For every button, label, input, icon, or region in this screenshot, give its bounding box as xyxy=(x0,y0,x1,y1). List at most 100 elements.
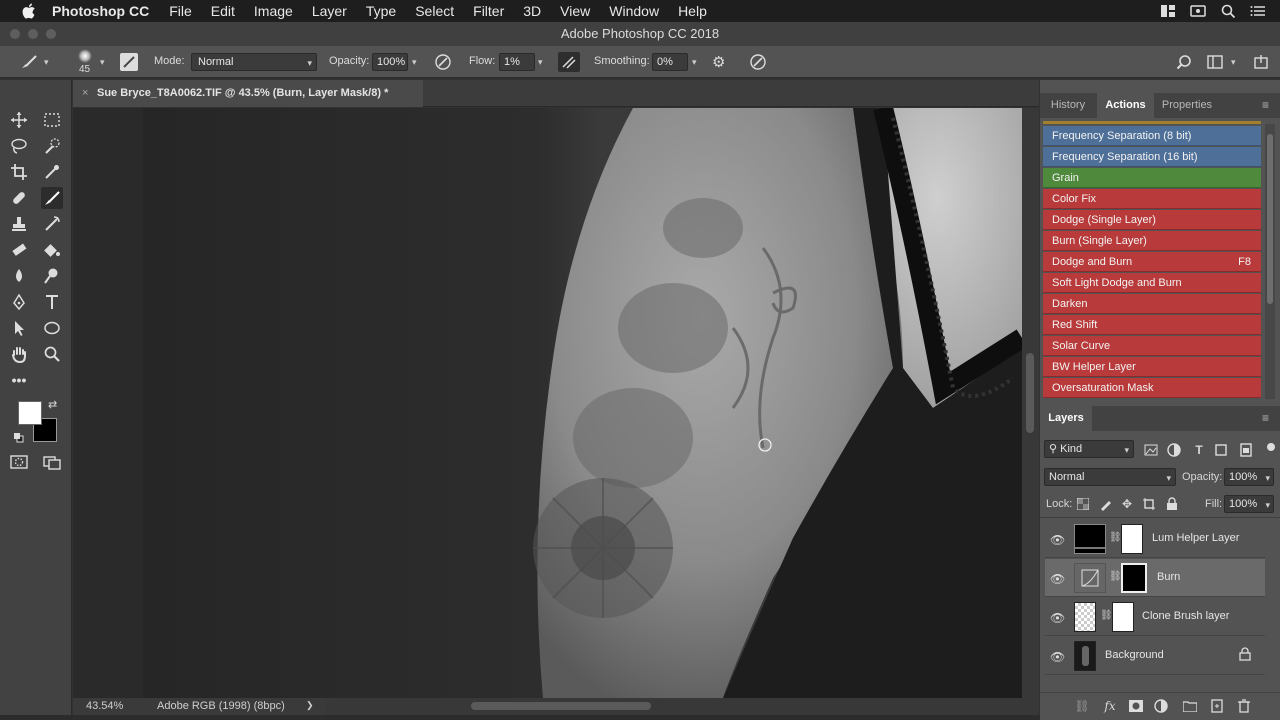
move-tool-icon[interactable] xyxy=(8,109,30,131)
action-item[interactable]: Frequency Separation (8 bit) xyxy=(1043,126,1261,146)
layer-row[interactable]: 👁 Background xyxy=(1045,637,1265,675)
document-canvas[interactable] xyxy=(73,108,1022,698)
dodge-tool-icon[interactable] xyxy=(41,265,63,287)
action-item[interactable]: Grain xyxy=(1043,168,1261,188)
menu-type[interactable]: Type xyxy=(366,3,396,19)
lock-image-pixels-icon[interactable] xyxy=(1098,496,1114,512)
layer-mask-link-icon[interactable]: ⛓ xyxy=(1109,571,1122,582)
tab-history[interactable]: History xyxy=(1040,93,1096,118)
menu-help[interactable]: Help xyxy=(678,3,707,19)
visibility-eye-icon[interactable]: 👁 xyxy=(1050,533,1065,547)
airbrush-toggle-icon[interactable] xyxy=(558,52,580,72)
new-group-folder-icon[interactable] xyxy=(1182,698,1198,714)
layer-mask-link-icon[interactable]: ⛓ xyxy=(1100,610,1113,621)
menu-layer[interactable]: Layer xyxy=(312,3,347,19)
horizontal-scrollbar[interactable] xyxy=(325,698,1039,715)
fill-input[interactable]: 100% ▾ xyxy=(1224,495,1274,513)
brush-tool-preset-icon[interactable] xyxy=(20,54,38,73)
lock-position-icon[interactable]: ✥ xyxy=(1119,496,1135,512)
hand-tool-icon[interactable] xyxy=(8,343,30,365)
layer-filter-kind-select[interactable]: ⚲ Kind ▾ xyxy=(1044,440,1134,458)
action-item[interactable]: Color Fix xyxy=(1043,189,1261,209)
layer-opacity-input[interactable]: 100% ▾ xyxy=(1224,468,1274,486)
menu-select[interactable]: Select xyxy=(415,3,454,19)
document-tab[interactable]: × Sue Bryce_T8A0062.TIF @ 43.5% (Burn, L… xyxy=(73,80,423,107)
pixel-filter-icon[interactable] xyxy=(1143,442,1159,458)
blur-tool-icon[interactable] xyxy=(8,265,30,287)
vertical-scroll-thumb[interactable] xyxy=(1026,353,1034,433)
zoom-window-button[interactable] xyxy=(46,29,56,39)
chevron-down-icon[interactable]: ▾ xyxy=(538,57,543,68)
vertical-scrollbar[interactable] xyxy=(1022,108,1039,698)
action-item[interactable]: Dodge and Burn F8 xyxy=(1043,252,1261,272)
zoom-level[interactable]: 43.54% xyxy=(86,700,123,712)
menu-filter[interactable]: Filter xyxy=(473,3,504,19)
action-item[interactable]: Burn (Single Layer) xyxy=(1043,231,1261,251)
lock-icon[interactable] xyxy=(1239,647,1251,664)
action-item[interactable]: Darken xyxy=(1043,294,1261,314)
menu-file[interactable]: File xyxy=(169,3,192,19)
type-filter-icon[interactable]: T xyxy=(1191,442,1207,458)
panel-menu-icon[interactable]: ≡ xyxy=(1262,98,1269,112)
layer-mask-link-icon[interactable]: ⛓ xyxy=(1109,532,1122,543)
chevron-down-icon[interactable]: ▾ xyxy=(44,57,49,68)
more-tools-icon[interactable]: ••• xyxy=(8,369,30,391)
pressure-size-icon[interactable] xyxy=(749,53,767,74)
action-item[interactable]: Dodge (Single Layer) xyxy=(1043,210,1261,230)
action-item[interactable]: Frequency Separation (16 bit) xyxy=(1043,147,1261,167)
action-item[interactable]: BW Helper Layer xyxy=(1043,357,1261,377)
lock-artboard-icon[interactable] xyxy=(1141,496,1157,512)
layer-mask-thumbnail[interactable] xyxy=(1121,563,1147,593)
menu-image[interactable]: Image xyxy=(254,3,293,19)
actions-scroll-thumb[interactable] xyxy=(1267,134,1273,304)
actions-scrollbar[interactable] xyxy=(1265,124,1275,399)
layer-style-fx-icon[interactable]: fx xyxy=(1102,698,1118,714)
paint-bucket-tool-icon[interactable] xyxy=(41,239,63,261)
adjustment-filter-icon[interactable] xyxy=(1166,442,1182,458)
apple-icon[interactable] xyxy=(22,3,38,19)
lock-transparent-pixels-icon[interactable] xyxy=(1075,496,1091,512)
opacity-input[interactable]: 100% xyxy=(372,53,408,71)
workspace-icon[interactable] xyxy=(1207,54,1223,73)
history-brush-tool-icon[interactable] xyxy=(41,213,63,235)
action-item[interactable]: Oversaturation Mask xyxy=(1043,378,1261,398)
status-menu-arrow-icon[interactable]: ❯ xyxy=(306,700,314,711)
close-window-button[interactable] xyxy=(10,29,20,39)
clone-stamp-tool-icon[interactable] xyxy=(8,213,30,235)
ellipse-tool-icon[interactable] xyxy=(41,317,63,339)
minimize-window-button[interactable] xyxy=(28,29,38,39)
screen-record-icon[interactable] xyxy=(1190,3,1206,19)
brush-tool-icon[interactable] xyxy=(41,187,63,209)
type-tool-icon[interactable] xyxy=(41,291,63,313)
menu-view[interactable]: View xyxy=(560,3,590,19)
trash-delete-layer-icon[interactable] xyxy=(1236,698,1252,714)
healing-brush-tool-icon[interactable] xyxy=(8,187,30,209)
smoothing-input[interactable]: 0% xyxy=(652,53,688,71)
path-selection-tool-icon[interactable] xyxy=(8,317,30,339)
layer-row[interactable]: 👁 ⛓ Lum Helper Layer xyxy=(1045,520,1265,558)
close-tab-icon[interactable]: × xyxy=(82,80,88,107)
menu-3d[interactable]: 3D xyxy=(523,3,541,19)
foreground-color-swatch[interactable] xyxy=(18,401,42,425)
app-name-menu[interactable]: Photoshop CC xyxy=(52,3,149,19)
layer-mask-thumbnail[interactable] xyxy=(1112,602,1134,632)
brush-preview-icon[interactable] xyxy=(78,49,92,63)
layer-row[interactable]: 👁 ⛓ Clone Brush layer xyxy=(1045,598,1265,636)
action-item[interactable]: Red Shift xyxy=(1043,315,1261,335)
panel-menu-icon[interactable]: ≡ xyxy=(1262,411,1269,425)
filter-toggle-icon[interactable] xyxy=(1267,443,1275,451)
visibility-eye-icon[interactable]: 👁 xyxy=(1050,611,1065,625)
tab-layers[interactable]: Layers xyxy=(1040,406,1092,431)
chevron-down-icon[interactable]: ▾ xyxy=(412,57,417,68)
chevron-down-icon[interactable]: ▾ xyxy=(692,57,697,68)
tab-actions[interactable]: Actions xyxy=(1097,93,1154,118)
layer-row[interactable]: 👁 ⛓ Burn xyxy=(1045,559,1265,597)
new-layer-icon[interactable] xyxy=(1209,698,1225,714)
chevron-down-icon[interactable]: ▾ xyxy=(1231,57,1236,68)
lasso-tool-icon[interactable] xyxy=(8,135,30,157)
eyedropper-tool-icon[interactable] xyxy=(41,161,63,183)
gear-icon[interactable]: ⚙ xyxy=(712,53,725,71)
action-item[interactable]: Solar Curve xyxy=(1043,336,1261,356)
spotlight-search-icon[interactable] xyxy=(1220,3,1236,19)
default-colors-icon[interactable] xyxy=(14,430,24,443)
